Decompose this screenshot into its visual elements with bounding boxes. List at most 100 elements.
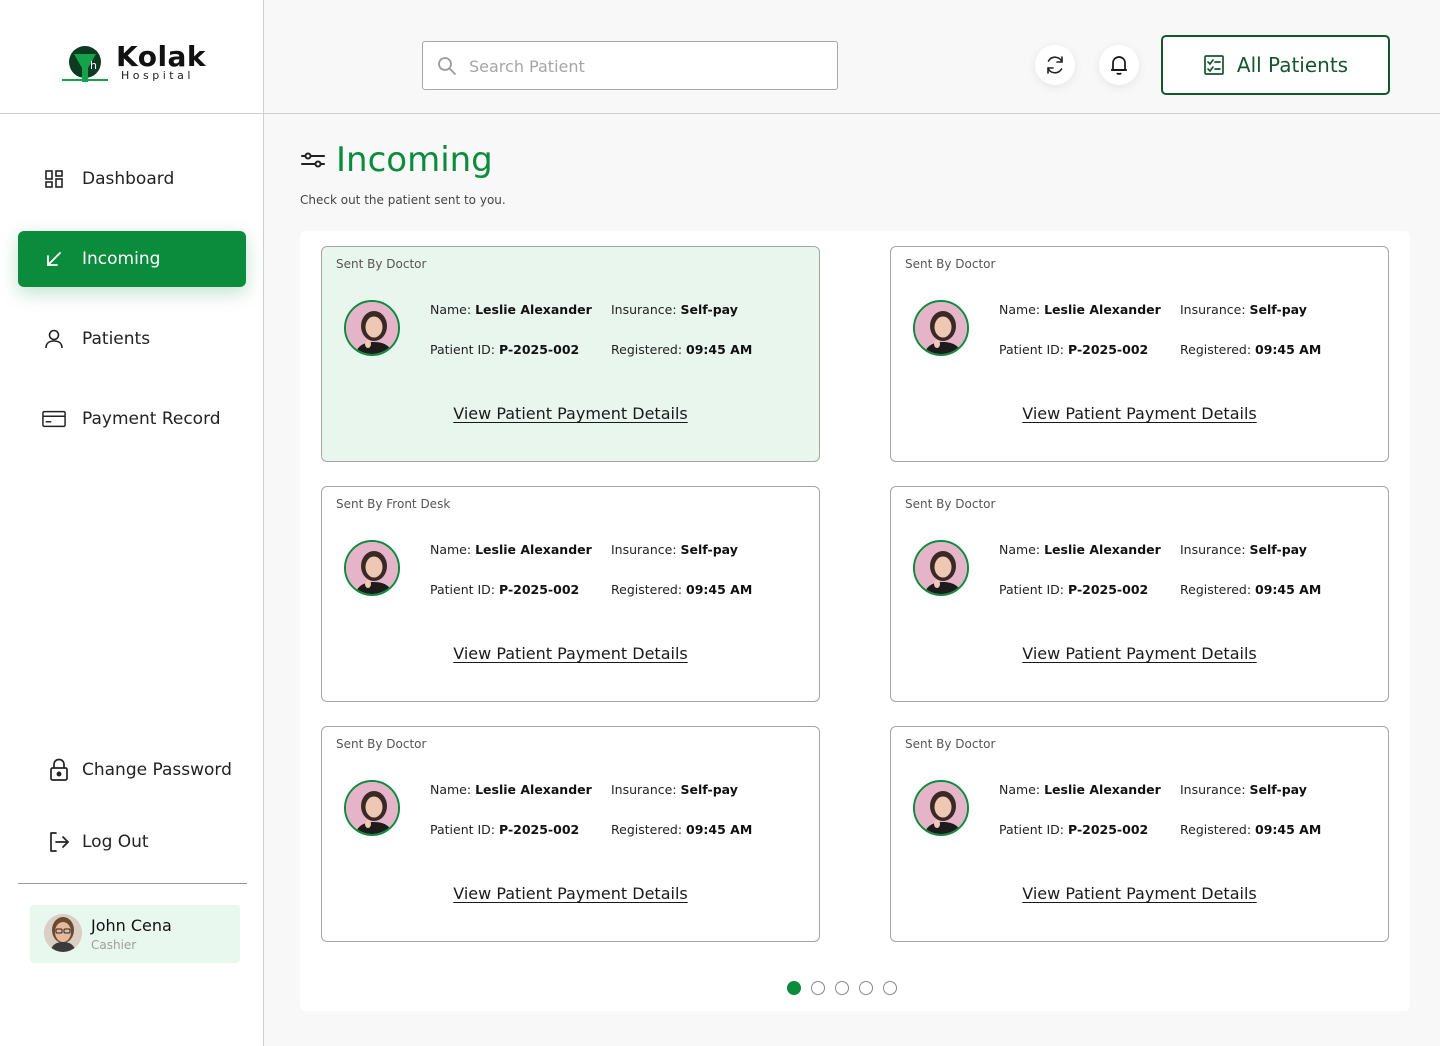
logo[interactable]: h Kolak Hospital (0, 0, 263, 114)
user-role: Cashier (91, 938, 137, 952)
user-icon (42, 327, 66, 351)
patient-avatar (913, 300, 969, 356)
refresh-button[interactable] (1035, 45, 1075, 85)
view-payment-details-link[interactable]: View Patient Payment Details (891, 644, 1388, 663)
registered-field: Registered: 09:45 AM (611, 582, 753, 597)
patient-photo-image (346, 542, 398, 594)
patient-id-field: Patient ID: P-2025-002 (430, 582, 580, 597)
patient-card[interactable]: Sent By Doctor Name: Leslie Alexander Insu… (321, 726, 820, 942)
patient-avatar (344, 300, 400, 356)
registered-field: Registered: 09:45 AM (611, 822, 753, 837)
change-password-label: Change Password (82, 760, 232, 780)
patient-name: Leslie Alexander (475, 542, 592, 557)
pagination-dot[interactable] (835, 981, 849, 995)
bell-icon (1111, 56, 1127, 75)
user-name: John Cena (91, 916, 172, 935)
patient-photo-image (915, 302, 967, 354)
sidebar-item-label: Patients (82, 329, 151, 349)
logo-mark-letter: h (90, 59, 97, 72)
pagination (787, 981, 897, 995)
topbar: All Patients (264, 0, 1440, 114)
patient-id: P-2025-002 (499, 822, 580, 837)
patient-card[interactable]: Sent By Doctor Name: Leslie Alexander Insu… (321, 246, 820, 462)
sent-by-label: Sent By Doctor (905, 497, 996, 511)
notifications-button[interactable] (1099, 45, 1139, 85)
sidebar-item-dashboard[interactable]: Dashboard (18, 151, 246, 207)
pagination-dot[interactable] (883, 981, 897, 995)
patient-name-field: Name: Leslie Alexander (430, 782, 592, 797)
registered-field: Registered: 09:45 AM (1180, 342, 1322, 357)
patient-id: P-2025-002 (499, 342, 580, 357)
sidebar-item-payment-record[interactable]: Payment Record (18, 391, 246, 447)
patient-name-field: Name: Leslie Alexander (999, 302, 1161, 317)
patient-photo-image (346, 782, 398, 834)
view-payment-details-link[interactable]: View Patient Payment Details (322, 644, 819, 663)
view-payment-details-link[interactable]: View Patient Payment Details (891, 884, 1388, 903)
registered-field: Registered: 09:45 AM (611, 342, 753, 357)
search-box[interactable] (422, 41, 838, 90)
patient-name: Leslie Alexander (1044, 782, 1161, 797)
patient-name-field: Name: Leslie Alexander (430, 542, 592, 557)
user-profile-card[interactable]: John Cena Cashier (30, 905, 240, 963)
logout-label: Log Out (82, 832, 149, 852)
insurance-value: Self-pay (1249, 542, 1307, 557)
all-patients-button[interactable]: All Patients (1161, 35, 1390, 95)
registered-time: 09:45 AM (1255, 582, 1322, 597)
patient-name: Leslie Alexander (1044, 542, 1161, 557)
search-input[interactable] (469, 52, 819, 80)
insurance-value: Self-pay (1249, 782, 1307, 797)
sidebar-item-label: Dashboard (82, 169, 175, 189)
insurance-value: Self-pay (680, 782, 738, 797)
sidebar-item-label: Payment Record (82, 409, 221, 429)
logo-mark-icon: h (62, 46, 108, 82)
page-header: Incoming (300, 140, 493, 180)
checklist-icon (1203, 53, 1227, 77)
card-icon (42, 407, 66, 431)
patient-card[interactable]: Sent By Doctor Name: Leslie Alexander Insu… (890, 246, 1389, 462)
registered-time: 09:45 AM (686, 582, 753, 597)
incoming-panel: Sent By Doctor Name: Leslie Alexander Insu… (300, 231, 1410, 1011)
pagination-dot[interactable] (811, 981, 825, 995)
sidebar-item-patients[interactable]: Patients (18, 311, 246, 367)
insurance-field: Insurance: Self-pay (611, 302, 738, 317)
search-icon (438, 57, 456, 75)
patient-avatar (913, 780, 969, 836)
patient-avatar (344, 540, 400, 596)
patient-id: P-2025-002 (1068, 342, 1149, 357)
sent-by-label: Sent By Doctor (905, 737, 996, 751)
patient-id-field: Patient ID: P-2025-002 (430, 822, 580, 837)
insurance-field: Insurance: Self-pay (1180, 542, 1307, 557)
page-title: Incoming (336, 140, 493, 180)
pagination-dot[interactable] (787, 981, 801, 995)
patient-name-field: Name: Leslie Alexander (999, 782, 1161, 797)
patient-card[interactable]: Sent By Front Desk Name: Leslie Alexander… (321, 486, 820, 702)
patient-id-field: Patient ID: P-2025-002 (999, 822, 1149, 837)
patient-id: P-2025-002 (1068, 582, 1149, 597)
registered-field: Registered: 09:45 AM (1180, 582, 1322, 597)
patient-card[interactable]: Sent By Doctor Name: Leslie Alexander Insu… (890, 726, 1389, 942)
registered-field: Registered: 09:45 AM (1180, 822, 1322, 837)
view-payment-details-link[interactable]: View Patient Payment Details (322, 404, 819, 423)
patient-id-field: Patient ID: P-2025-002 (999, 582, 1149, 597)
patient-photo-image (915, 782, 967, 834)
pagination-dot[interactable] (859, 981, 873, 995)
registered-time: 09:45 AM (686, 342, 753, 357)
patient-id: P-2025-002 (1068, 822, 1149, 837)
patient-avatar (344, 780, 400, 836)
sent-by-label: Sent By Doctor (336, 737, 427, 751)
refresh-icon (1047, 56, 1063, 74)
change-password-button[interactable]: Change Password (46, 757, 232, 783)
view-payment-details-link[interactable]: View Patient Payment Details (322, 884, 819, 903)
sidebar-item-incoming[interactable]: Incoming (18, 231, 246, 287)
patient-id-field: Patient ID: P-2025-002 (430, 342, 580, 357)
patient-photo-image (915, 542, 967, 594)
patient-card[interactable]: Sent By Doctor Name: Leslie Alexander Insu… (890, 486, 1389, 702)
sent-by-label: Sent By Front Desk (336, 497, 451, 511)
sent-by-label: Sent By Doctor (905, 257, 996, 271)
patient-name: Leslie Alexander (475, 302, 592, 317)
patient-photo-image (346, 302, 398, 354)
filter-icon (300, 147, 326, 173)
view-payment-details-link[interactable]: View Patient Payment Details (891, 404, 1388, 423)
logout-button[interactable]: Log Out (46, 829, 149, 855)
insurance-field: Insurance: Self-pay (1180, 782, 1307, 797)
